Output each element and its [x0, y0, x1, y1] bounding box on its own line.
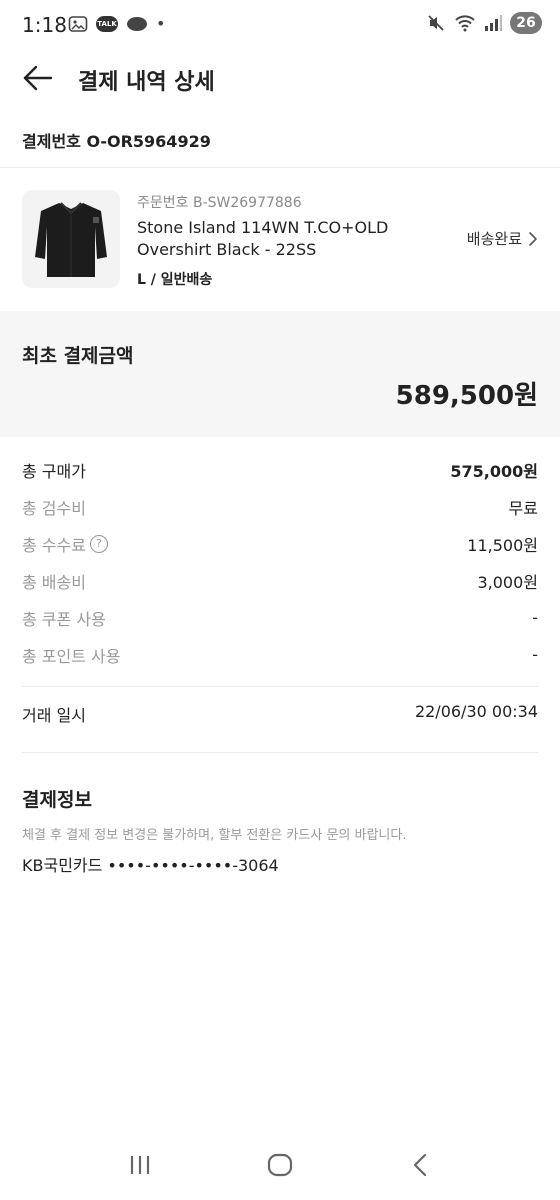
- breakdown-value: 11,500원: [467, 535, 538, 555]
- breakdown-row-fee: 총 수수료 ? 11,500원: [22, 525, 538, 562]
- page-title: 결제 내역 상세: [78, 70, 215, 95]
- payment-info-title: 결제정보: [22, 789, 92, 811]
- shipping-status-link[interactable]: 배송완료: [467, 228, 538, 249]
- breakdown-row-shipping: 총 배송비 3,000원: [22, 562, 538, 599]
- payment-breakdown: 총 구매가 575,000원 총 검수비 무료 총 수수료 ? 11,500원 …: [22, 451, 538, 673]
- home-icon: [267, 1153, 293, 1177]
- status-time: 1:18: [22, 13, 67, 37]
- breakdown-value: 3,000원: [477, 572, 538, 592]
- help-icon[interactable]: ?: [89, 534, 108, 553]
- recents-icon: [130, 1156, 150, 1174]
- signal-icon: [484, 14, 502, 32]
- breakdown-label: 총 검수비: [22, 498, 86, 518]
- chevron-right-icon: [529, 231, 537, 246]
- breakdown-value: -: [532, 608, 538, 627]
- breakdown-label: 총 포인트 사용: [22, 646, 121, 666]
- chat-cloud-icon: [126, 15, 148, 33]
- breakdown-label-fee: 총 수수료 ?: [22, 532, 108, 556]
- kakaotalk-icon: TALK: [96, 15, 118, 32]
- breakdown-row-purchase: 총 구매가 575,000원: [22, 451, 538, 488]
- system-nav-bar: [0, 1130, 560, 1200]
- initial-payment-amount: 589,500원: [395, 381, 538, 411]
- breakdown-row-inspection: 총 검수비 무료: [22, 488, 538, 525]
- divider: [22, 686, 538, 687]
- breakdown-label: 총 구매가: [22, 461, 86, 481]
- nav-back-button[interactable]: [390, 1140, 450, 1190]
- more-notifications-dot: •: [156, 14, 166, 33]
- divider: [22, 752, 538, 753]
- back-arrow-icon: [23, 65, 53, 91]
- breakdown-value: 무료: [508, 498, 538, 518]
- breakdown-row-points: 총 포인트 사용 -: [22, 636, 538, 673]
- mute-icon: [426, 13, 446, 33]
- status-bar: 1:18 TALK • 26: [0, 0, 560, 50]
- recents-button[interactable]: [110, 1140, 170, 1190]
- trade-date-row: 거래 일시 22/06/30 00:34: [22, 702, 538, 726]
- payment-card-info: KB국민카드 ••••-••••-••••-3064: [22, 856, 279, 875]
- initial-payment-section: 최초 결제금액 589,500원: [0, 311, 560, 437]
- back-button[interactable]: [20, 60, 56, 96]
- breakdown-row-coupon: 총 쿠폰 사용 -: [22, 599, 538, 636]
- trade-date-value: 22/06/30 00:34: [414, 702, 538, 721]
- product-image: [22, 190, 120, 288]
- initial-payment-label: 최초 결제금액: [22, 345, 134, 367]
- payment-number: 결제번호 O-OR5964929: [22, 132, 211, 151]
- product-item[interactable]: 주문번호 B-SW26977886 Stone Island 114WN T.C…: [0, 168, 560, 310]
- status-icons-right: 26: [426, 12, 542, 34]
- gallery-notification-icon: [68, 15, 88, 33]
- breakdown-label: 총 쿠폰 사용: [22, 609, 106, 629]
- order-number: 주문번호 B-SW26977886: [137, 195, 302, 211]
- status-icons-left: TALK •: [68, 14, 165, 33]
- product-option: L / 일반배송: [137, 272, 213, 288]
- home-button[interactable]: [250, 1140, 310, 1190]
- breakdown-label: 총 배송비: [22, 572, 86, 592]
- shipping-status-label: 배송완료: [466, 230, 522, 248]
- nav-back-icon: [413, 1153, 427, 1177]
- app-header: 결제 내역 상세: [0, 50, 560, 108]
- breakdown-label: 총 수수료: [22, 535, 86, 555]
- trade-date-label: 거래 일시: [22, 706, 86, 725]
- wifi-icon: [454, 14, 476, 32]
- battery-indicator: 26: [510, 12, 542, 34]
- breakdown-value: 575,000원: [450, 461, 538, 481]
- payment-info-note: 체결 후 결제 정보 변경은 불가하며, 할부 전환은 카드사 문의 바랍니다.: [22, 828, 407, 843]
- breakdown-value: -: [532, 645, 538, 664]
- product-name: Stone Island 114WN T.CO+OLD Overshirt Bl…: [137, 218, 389, 259]
